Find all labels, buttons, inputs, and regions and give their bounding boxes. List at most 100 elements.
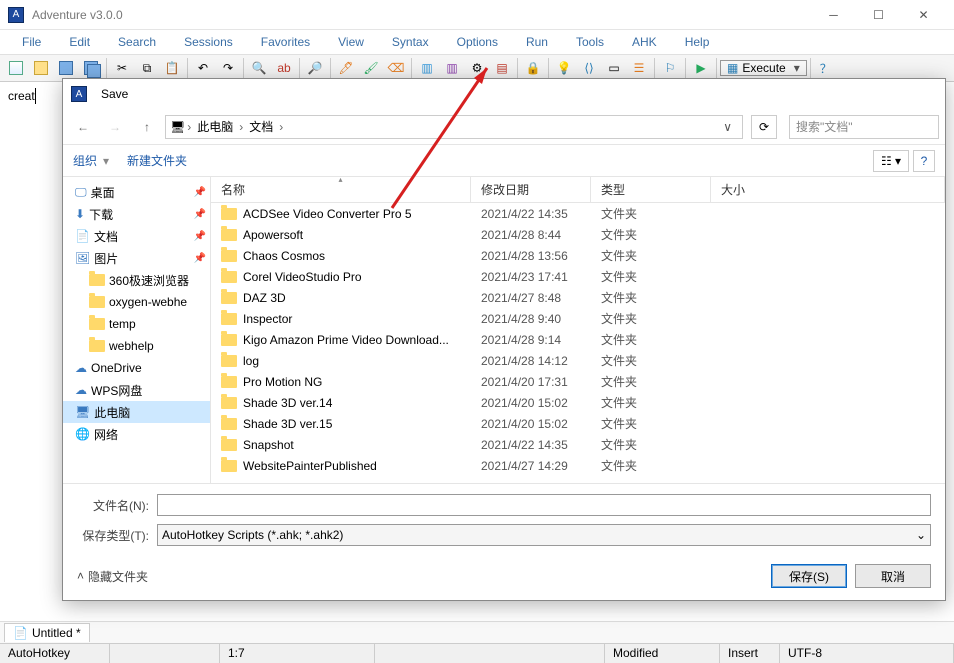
tree-item[interactable]: oxygen-webhe	[63, 291, 210, 313]
tree-item[interactable]: 🖼图片📌	[63, 247, 210, 269]
eraser-button[interactable]: ⌫	[384, 57, 408, 79]
breadcrumb-segment[interactable]: 文档	[245, 118, 277, 135]
lock-button[interactable]: 🔒	[521, 57, 545, 79]
tree-item[interactable]: ⬇下载📌	[63, 203, 210, 225]
open-file-button[interactable]	[29, 57, 53, 79]
panel4-button[interactable]: ▤	[490, 57, 514, 79]
run-button[interactable]: ▶	[689, 57, 713, 79]
file-icon: 📄	[13, 626, 28, 640]
breadcrumb-dropdown[interactable]: ∨	[717, 120, 738, 134]
tree-item[interactable]: webhelp	[63, 335, 210, 357]
list-row[interactable]: Pro Motion NG2021/4/20 17:31文件夹	[211, 371, 945, 392]
tree-item[interactable]: 360极速浏览器	[63, 269, 210, 291]
nav-up-button[interactable]: ↑	[133, 114, 161, 140]
cut-button[interactable]: ✂	[110, 57, 134, 79]
list-row[interactable]: Chaos Cosmos2021/4/28 13:56文件夹	[211, 245, 945, 266]
menu-help[interactable]: Help	[671, 32, 724, 52]
file-list[interactable]: ▴名称 修改日期 类型 大小 ACDSee Video Converter Pr…	[211, 177, 945, 483]
flag-button[interactable]: ⚐	[658, 57, 682, 79]
filename-input[interactable]	[157, 494, 931, 516]
window-button[interactable]: ▭	[602, 57, 626, 79]
find-button[interactable]: 🔍	[247, 57, 271, 79]
undo-button[interactable]: ↶	[191, 57, 215, 79]
panel3-button[interactable]: ⚙	[465, 57, 489, 79]
replace-button[interactable]: ab	[272, 57, 296, 79]
breadcrumb-segment[interactable]: 此电脑	[193, 118, 237, 135]
hide-folders-toggle[interactable]: ˄ 隐藏文件夹	[77, 568, 148, 585]
list-row[interactable]: WebsitePainterPublished2021/4/27 14:29文件…	[211, 455, 945, 476]
list-row[interactable]: DAZ 3D2021/4/27 8:48文件夹	[211, 287, 945, 308]
list-row[interactable]: Snapshot2021/4/22 14:35文件夹	[211, 434, 945, 455]
cancel-button[interactable]: 取消	[855, 564, 931, 588]
status-insert: Insert	[720, 644, 780, 663]
view-mode-button[interactable]: ☷ ▾	[873, 150, 909, 172]
column-date[interactable]: 修改日期	[471, 177, 591, 202]
minimize-button[interactable]: ─	[811, 1, 856, 29]
list-button[interactable]: ☰	[627, 57, 651, 79]
list-row[interactable]: log2021/4/28 14:12文件夹	[211, 350, 945, 371]
list-row[interactable]: Shade 3D ver.142021/4/20 15:02文件夹	[211, 392, 945, 413]
tree-item[interactable]: 🌐网络	[63, 423, 210, 445]
menu-search[interactable]: Search	[104, 32, 170, 52]
panel1-button[interactable]: ▥	[415, 57, 439, 79]
list-row[interactable]: Corel VideoStudio Pro2021/4/23 17:41文件夹	[211, 266, 945, 287]
brush-button[interactable]: 🖌	[359, 57, 383, 79]
new-file-button[interactable]	[4, 57, 28, 79]
save-all-button[interactable]	[79, 57, 103, 79]
dialog-help-button[interactable]: ?	[913, 150, 935, 172]
tree-item[interactable]: temp	[63, 313, 210, 335]
copy-button[interactable]: ⧉	[135, 57, 159, 79]
highlight-button[interactable]: 🖊	[334, 57, 358, 79]
breadcrumb[interactable]: 🖥 › 此电脑 › 文档 › ∨	[165, 115, 743, 139]
organize-menu[interactable]: 组织	[73, 152, 97, 169]
list-row[interactable]: Kigo Amazon Prime Video Download...2021/…	[211, 329, 945, 350]
tree-item[interactable]: ☁WPS网盘	[63, 379, 210, 401]
filetype-select[interactable]: AutoHotkey Scripts (*.ahk; *.ahk2) ⌄	[157, 524, 931, 546]
menu-tools[interactable]: Tools	[562, 32, 618, 52]
status-position: 1:7	[220, 644, 375, 663]
search-input[interactable]: 搜索"文档"	[789, 115, 939, 139]
code-button[interactable]: ⟨⟩	[577, 57, 601, 79]
list-row[interactable]: Shade 3D ver.152021/4/20 15:02文件夹	[211, 413, 945, 434]
tab-label: Untitled *	[32, 626, 81, 640]
menu-file[interactable]: File	[8, 32, 55, 52]
nav-back-button[interactable]: ←	[69, 114, 97, 140]
maximize-button[interactable]: ☐	[856, 1, 901, 29]
help-button[interactable]: ？	[814, 57, 838, 79]
close-button[interactable]: ✕	[901, 1, 946, 29]
save-button[interactable]	[54, 57, 78, 79]
panel2-button[interactable]: ▥	[440, 57, 464, 79]
new-folder-button[interactable]: 新建文件夹	[127, 152, 187, 169]
document-tab[interactable]: 📄 Untitled *	[4, 623, 90, 642]
menu-ahk[interactable]: AHK	[618, 32, 671, 52]
refresh-button[interactable]: ⟳	[751, 115, 777, 139]
column-size[interactable]: 大小	[711, 177, 945, 202]
list-row[interactable]: Apowersoft2021/4/28 8:44文件夹	[211, 224, 945, 245]
save-button[interactable]: 保存(S)	[771, 564, 847, 588]
folder-tree[interactable]: 🖵桌面📌⬇下载📌📄文档📌🖼图片📌360极速浏览器oxygen-webhetemp…	[63, 177, 211, 483]
tree-item[interactable]: 🖥此电脑	[63, 401, 210, 423]
column-type[interactable]: 类型	[591, 177, 711, 202]
menu-view[interactable]: View	[324, 32, 378, 52]
menu-sessions[interactable]: Sessions	[170, 32, 247, 52]
editor-text: creat	[8, 89, 35, 103]
nav-forward-button[interactable]: →	[101, 114, 129, 140]
menu-edit[interactable]: Edit	[55, 32, 104, 52]
tree-item[interactable]: 📄文档📌	[63, 225, 210, 247]
list-row[interactable]: ACDSee Video Converter Pro 52021/4/22 14…	[211, 203, 945, 224]
paste-button[interactable]: 📋	[160, 57, 184, 79]
menu-favorites[interactable]: Favorites	[247, 32, 324, 52]
zoom-button[interactable]: 🔎	[303, 57, 327, 79]
filetype-value: AutoHotkey Scripts (*.ahk; *.ahk2)	[162, 528, 343, 542]
bulb-button[interactable]: 💡	[552, 57, 576, 79]
menu-run[interactable]: Run	[512, 32, 562, 52]
redo-button[interactable]: ↷	[216, 57, 240, 79]
execute-dropdown[interactable]: ▦ Execute ▾	[720, 60, 807, 76]
menu-syntax[interactable]: Syntax	[378, 32, 443, 52]
dialog-toolbar: 组织 ▾ 新建文件夹 ☷ ▾ ?	[63, 145, 945, 177]
menu-options[interactable]: Options	[443, 32, 512, 52]
column-name[interactable]: ▴名称	[211, 177, 471, 202]
list-row[interactable]: Inspector2021/4/28 9:40文件夹	[211, 308, 945, 329]
tree-item[interactable]: 🖵桌面📌	[63, 181, 210, 203]
tree-item[interactable]: ☁OneDrive	[63, 357, 210, 379]
